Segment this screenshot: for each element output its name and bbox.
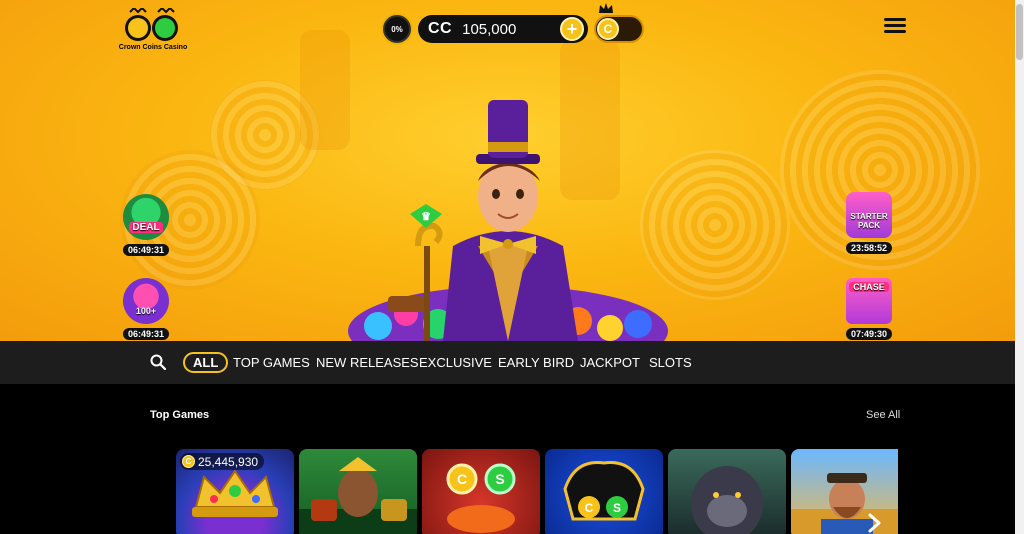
svg-text:C: C bbox=[457, 471, 467, 487]
tab-slots[interactable]: SLOTS bbox=[649, 352, 692, 373]
crown-coins-logo-icon bbox=[125, 8, 178, 41]
scrollbar[interactable] bbox=[1015, 0, 1024, 534]
mascot-illustration: ♛ bbox=[348, 100, 668, 341]
game-tile[interactable] bbox=[668, 449, 786, 534]
percent-badge[interactable]: 0% bbox=[383, 15, 411, 43]
search-icon[interactable] bbox=[150, 354, 166, 370]
game-tile[interactable]: C S bbox=[422, 449, 540, 534]
promo-starter-pack-timer: 23:58:52 bbox=[845, 242, 893, 254]
jackpot-value: 25,445,930 bbox=[198, 454, 259, 469]
svg-text:S: S bbox=[613, 501, 621, 515]
svg-text:C: C bbox=[585, 501, 594, 515]
svg-text:S: S bbox=[495, 471, 504, 487]
category-nav: ALL TOP GAMES NEW RELEASES EXCLUSIVE EAR… bbox=[0, 341, 1015, 384]
game-art: C S bbox=[563, 461, 645, 521]
promo-chase[interactable]: CHASE 07:49:30 bbox=[844, 278, 894, 341]
promo-hundred-timer: 06:49:31 bbox=[122, 328, 170, 340]
currency-label: CC bbox=[428, 20, 453, 37]
top-bar: Crown Coins Casino 0% CC 105,000 + C bbox=[0, 0, 1015, 56]
game-art bbox=[691, 466, 763, 534]
promo-deal-timer: 06:49:31 bbox=[122, 244, 170, 256]
tab-new-releases[interactable]: NEW RELEASES bbox=[316, 352, 419, 373]
game-art bbox=[299, 457, 417, 534]
tab-exclusive[interactable]: EXCLUSIVE bbox=[419, 352, 492, 373]
crown-icon bbox=[599, 3, 613, 13]
scrollbar-thumb[interactable] bbox=[1016, 4, 1023, 60]
logo[interactable]: Crown Coins Casino bbox=[118, 4, 188, 52]
promo-starter-pack[interactable]: STARTER PACK 23:58:52 bbox=[844, 192, 894, 256]
tab-early-bird[interactable]: EARLY BIRD bbox=[498, 352, 574, 373]
promo-chase-label: CHASE bbox=[849, 282, 889, 292]
starter-pack-icon: STARTER PACK bbox=[846, 192, 892, 238]
tab-jackpot[interactable]: JACKPOT bbox=[580, 352, 640, 373]
promo-starter-pack-label: STARTER PACK bbox=[850, 212, 888, 230]
coin-icon: C bbox=[182, 455, 195, 468]
promo-deal-label: DEAL bbox=[129, 222, 163, 233]
promo-deal[interactable]: DEAL 06:49:31 bbox=[121, 194, 171, 258]
balance-value: 105,000 bbox=[462, 20, 517, 38]
svg-text:♛: ♛ bbox=[421, 211, 431, 223]
section-title: Top Games bbox=[150, 409, 210, 421]
add-coins-button[interactable]: + bbox=[560, 17, 584, 41]
tab-all[interactable]: ALL bbox=[183, 352, 229, 373]
game-tile[interactable]: C S bbox=[545, 449, 663, 534]
tab-top-games[interactable]: TOP GAMES bbox=[233, 352, 310, 373]
chevron-right-icon[interactable] bbox=[864, 512, 884, 534]
gift-box-icon: 100+ bbox=[123, 278, 169, 324]
currency-toggle[interactable]: C bbox=[594, 15, 644, 43]
game-tiles-row: C 25,445,930 C S C S bbox=[176, 449, 898, 534]
promo-hundred-label: 100+ bbox=[135, 306, 157, 316]
promo-chase-timer: 07:49:30 bbox=[845, 328, 893, 340]
game-tile[interactable]: C 25,445,930 bbox=[176, 449, 294, 534]
hamburger-menu-icon[interactable] bbox=[884, 18, 906, 36]
game-tile[interactable] bbox=[299, 449, 417, 534]
jackpot-counter: C 25,445,930 bbox=[180, 453, 265, 470]
logo-text: Crown Coins Casino bbox=[118, 44, 188, 51]
chase-icon: CHASE bbox=[846, 278, 892, 324]
coin-toggle-knob: C bbox=[597, 18, 619, 40]
deal-icon: DEAL bbox=[123, 194, 169, 240]
promo-hundred[interactable]: 100+ 06:49:31 bbox=[121, 278, 171, 341]
page: ♛ DEAL 06:49:31 100+ 06:49:31 STARTER PA… bbox=[0, 0, 1024, 534]
game-art: C S bbox=[446, 463, 516, 533]
see-all-link[interactable]: See All bbox=[866, 409, 900, 421]
